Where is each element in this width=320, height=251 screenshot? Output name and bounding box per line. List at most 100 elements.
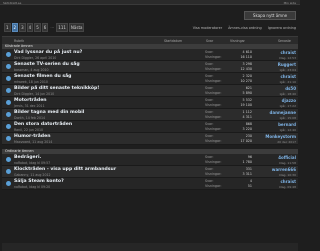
last-post-date[interactable]: Idag, 12:53 [256, 56, 296, 60]
last-poster[interactable]: dannejanne [256, 110, 296, 115]
page-2[interactable]: 2 [11, 22, 19, 32]
thread-meta: mtweek, 18 jun 2010 [14, 80, 48, 84]
user-menu[interactable]: Min sida [284, 1, 296, 5]
last-post-date[interactable]: 20 dec 2017 [256, 140, 296, 144]
replies-count: 4 610 [242, 50, 252, 54]
replies-label: Svar: [205, 179, 214, 183]
replies-label: Svar: [205, 98, 214, 102]
last-poster[interactable]: 4official [256, 155, 296, 160]
thread-title[interactable]: Den stora datortråden [14, 122, 72, 127]
thread-row[interactable]: Vad lyssnar du på just nu? Dirk Diggler, … [2, 49, 298, 61]
last-post-date[interactable]: Igår, 17:22 [256, 104, 296, 108]
col-replies[interactable]: Svar [206, 39, 213, 43]
replies-label: Svar: [205, 50, 214, 54]
last-post-date[interactable]: Igår, 18:40 [256, 92, 296, 96]
last-post-date[interactable]: Igår, 23:04 [256, 68, 296, 72]
thread-title[interactable]: Motortråden [14, 98, 47, 103]
last-poster[interactable]: bernard [256, 122, 296, 127]
last-post-date[interactable]: Idag, 10:30 [256, 173, 296, 177]
ignore-order-link[interactable]: Ignorera ordning [268, 26, 296, 30]
section-normal: Ordinarie ämnen [2, 149, 298, 154]
replies-label: Svar: [205, 74, 214, 78]
page-last[interactable]: 111 [56, 22, 68, 32]
views-count: 3 220 [242, 127, 252, 131]
thread-status-icon [6, 76, 11, 81]
thread-title[interactable]: Senaste filmen du såg [14, 74, 71, 79]
last-post-date[interactable]: Idag, 11:58 [256, 161, 296, 165]
col-views[interactable]: Visningar [230, 39, 245, 43]
views-label: Visningar: [205, 160, 222, 164]
thread-title[interactable]: Bilder på ditt senaste teknikköp! [14, 86, 99, 91]
page-4[interactable]: 4 [26, 22, 34, 32]
views-count: 17 020 [240, 139, 252, 143]
thread-row[interactable]: Senaste filmen du såg mtweek, 18 jun 2010… [2, 73, 298, 85]
last-post-date[interactable]: Igår, 12:40 [256, 128, 296, 132]
views-label: Visningar: [205, 79, 222, 83]
thread-status-icon [6, 112, 11, 117]
thread-title[interactable]: Klocktråden - visa upp ditt armbandsur [14, 167, 116, 172]
thread-status-icon [6, 88, 11, 93]
replies-count: 3 298 [242, 62, 252, 66]
thread-meta: noRobot, Idag kl 09:20 [14, 185, 51, 189]
last-poster[interactable]: warren666 [256, 167, 296, 172]
page-next[interactable]: Nästa [68, 22, 85, 32]
last-post-date[interactable]: Igår, 15:08 [256, 116, 296, 120]
new-thread-button[interactable]: Skapa nytt ämne [244, 11, 296, 20]
page-ellipsis: ... [50, 23, 55, 29]
views-label: Visningar: [205, 67, 222, 71]
last-post-date[interactable]: Igår, 21:10 [256, 80, 296, 84]
replies-label: Svar: [205, 62, 214, 66]
views-count: 19 100 [240, 103, 252, 107]
col-title[interactable]: Rubrik [14, 39, 24, 43]
views-count: 1 780 [242, 160, 252, 164]
last-poster[interactable]: ds50 [256, 86, 296, 91]
page-1[interactable]: 1 [4, 22, 11, 32]
page-5[interactable]: 5 [34, 22, 41, 32]
thread-row[interactable]: Senaste TV-serien du såg bassman, 4 aug 2… [2, 61, 298, 73]
site-name[interactable]: Sköldkatt.se [3, 1, 21, 5]
thread-meta: Maxvoxed, 11 aug 2014 [14, 140, 53, 144]
views-count: 4 311 [242, 115, 252, 119]
replies-count: 1 112 [242, 110, 252, 114]
thread-meta: bassman, 4 aug 2010 [14, 68, 49, 72]
thread-row[interactable]: Klocktråden - visa upp ditt armbandsur Ga… [2, 166, 298, 178]
last-poster[interactable]: djazzo [256, 98, 296, 103]
last-poster[interactable]: Ruggert [256, 62, 296, 67]
thread-title[interactable]: Sälja Steam konto? [14, 179, 64, 184]
thread-row[interactable]: Den stora datortråden Ranil, 22 jun 2010 S… [2, 121, 298, 133]
views-count: 16 110 [240, 55, 252, 59]
thread-title[interactable]: Bedrägeri. [14, 155, 41, 160]
thread-row[interactable]: Bilder på ditt senaste teknikköp! Dirk Di… [2, 85, 298, 97]
thread-row[interactable]: Bilder tagna med din mobil Donth, 14 feb … [2, 109, 298, 121]
last-poster[interactable]: chraist [256, 74, 296, 79]
thread-status-icon [6, 169, 11, 174]
thread-status-icon [6, 124, 11, 129]
last-post-date[interactable]: Idag, 09:48 [256, 185, 296, 189]
thread-meta: Dirk Diggler, 14 jun 2010 [14, 92, 55, 96]
replies-count: 5 532 [242, 98, 252, 102]
col-last[interactable]: Senaste [278, 39, 291, 43]
thread-meta: noRobot, Idag kl 09:57 [14, 161, 51, 165]
page-6[interactable]: 6 [41, 22, 49, 32]
views-count: 51 [247, 184, 252, 188]
thread-title[interactable]: Bilder tagna med din mobil [14, 110, 84, 115]
thread-row[interactable]: Sälja Steam konto? noRobot, Idag kl 09:20… [2, 178, 298, 190]
thread-title[interactable]: Humor-tråden [14, 134, 50, 139]
thread-meta: Ranil, 22 jun 2010 [14, 128, 44, 132]
views-count: 12 430 [240, 67, 252, 71]
show-moderators-link[interactable]: Visa moderatorer [193, 26, 222, 30]
replies-count: 868 [245, 122, 252, 126]
thread-title[interactable]: Vad lyssnar du på just nu? [14, 50, 82, 55]
thread-row[interactable]: Motortråden Jervis, 31 dec 2011 Svar: 5 532… [2, 97, 298, 109]
sort-order-link[interactable]: Ämnes-visa ordning [228, 26, 262, 30]
page-3[interactable]: 3 [19, 22, 26, 32]
last-poster[interactable]: chraist [256, 179, 296, 184]
col-starter[interactable]: Startdatum [164, 39, 182, 43]
top-bar: Sköldkatt.se Min sida [0, 0, 300, 5]
thread-title[interactable]: Senaste TV-serien du såg [14, 62, 80, 67]
thread-row[interactable]: Bedrägeri. noRobot, Idag kl 09:57 Svar: 96 V… [2, 154, 298, 166]
thread-row[interactable]: Humor-tråden Maxvoxed, 11 aug 2014 Svar: 23… [2, 133, 298, 145]
last-poster[interactable]: chraist [256, 50, 296, 55]
views-count: 3 311 [242, 172, 252, 176]
last-poster[interactable]: Monkeystorm [256, 134, 296, 139]
